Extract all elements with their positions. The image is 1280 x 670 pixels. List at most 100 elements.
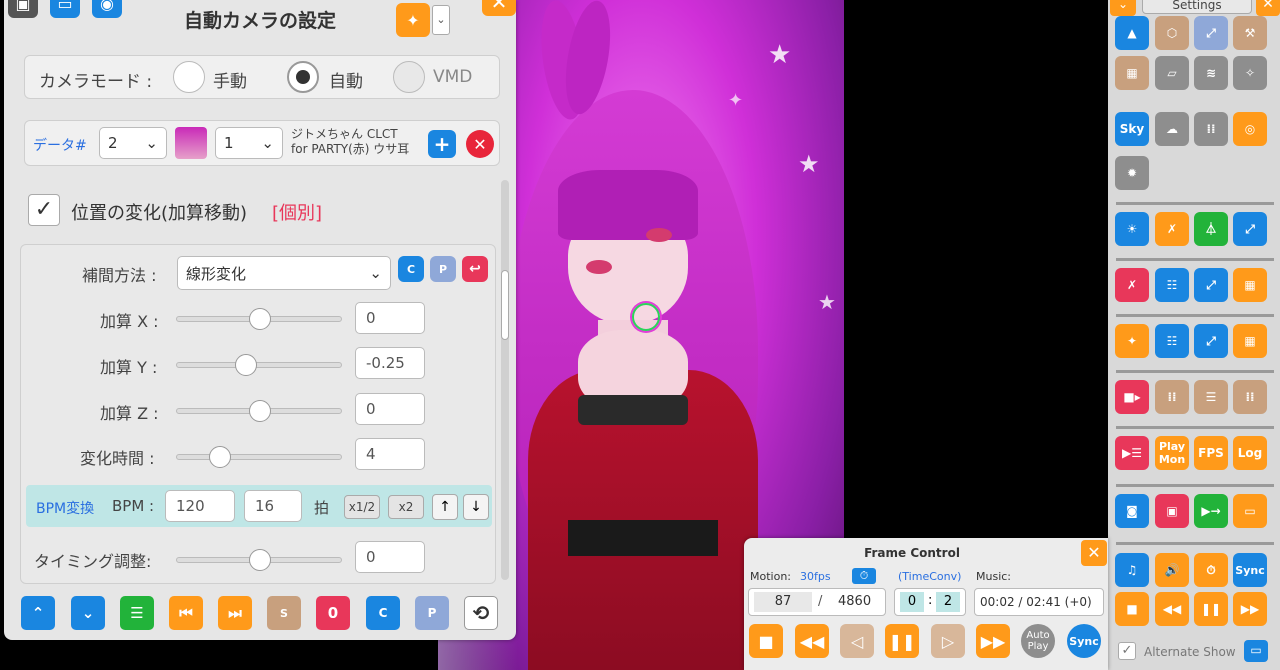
reset-zero-button[interactable]: 0 (316, 596, 350, 630)
light-off-icon[interactable]: ✗ (1155, 212, 1189, 246)
add-x-input[interactable]: 0 (355, 302, 425, 334)
radio-auto[interactable] (287, 61, 319, 93)
change-time-input[interactable]: 4 (355, 438, 425, 470)
step-back-icon[interactable]: ◁ (840, 624, 874, 658)
move-up-button[interactable]: ⌃ (21, 596, 55, 630)
slider-knob[interactable] (209, 446, 231, 468)
axis-icon[interactable]: ⤢ (1233, 212, 1267, 246)
sparkle-icon[interactable]: ✦ (1115, 324, 1149, 358)
grid-icon[interactable]: ▦ (1233, 324, 1267, 358)
dots-grid-icon[interactable]: ⁞⁞ (1233, 380, 1267, 414)
axis-icon[interactable]: ⤢ (1194, 268, 1228, 302)
sliders-icon[interactable]: ☷ (1155, 324, 1189, 358)
rewind-icon[interactable]: ◀◀ (795, 624, 829, 658)
timer-icon[interactable]: ⏱ (852, 568, 876, 584)
grid-icon[interactable]: ▦ (1115, 56, 1149, 90)
paste-button[interactable]: P (415, 596, 449, 630)
list-icon[interactable]: ☰ (120, 596, 154, 630)
change-time-slider[interactable] (176, 446, 342, 468)
log-button[interactable]: Log (1233, 436, 1267, 470)
stop-icon[interactable]: ■ (1115, 592, 1149, 626)
timing-slider[interactable] (176, 549, 342, 571)
add-z-input[interactable]: 0 (355, 393, 425, 425)
add-icon[interactable]: + (428, 130, 456, 158)
position-change-checkbox[interactable]: ✓ (28, 194, 60, 226)
paste-icon[interactable]: P (430, 256, 456, 282)
radio-manual[interactable] (173, 61, 205, 93)
sparkle-icon[interactable]: ✦ (396, 3, 430, 37)
slider-knob[interactable] (235, 354, 257, 376)
rewind-icon[interactable]: ◀◀ (1155, 592, 1189, 626)
delete-icon[interactable]: ✕ (466, 130, 494, 158)
pause-icon[interactable]: ❚❚ (1194, 592, 1228, 626)
radio-vmd[interactable] (393, 61, 425, 93)
fast-forward-icon[interactable]: ▶▶ (1233, 592, 1267, 626)
close-icon[interactable]: ✕ (1081, 540, 1107, 566)
copy-icon[interactable]: C (398, 256, 424, 282)
camera-target-gizmo[interactable] (632, 303, 660, 331)
axis-icon[interactable]: ⤢ (1194, 16, 1228, 50)
step-forward-icon[interactable]: ▷ (931, 624, 965, 658)
move-down-button[interactable]: ⌄ (71, 596, 105, 630)
reset-icon[interactable]: ↩ (462, 256, 488, 282)
interp-select[interactable]: 線形変化 ⌄ (177, 256, 391, 290)
volume-icon[interactable]: 🔊 (1155, 553, 1189, 587)
bpm-input[interactable]: 120 (165, 490, 235, 522)
grid-icon[interactable]: ▦ (1233, 268, 1267, 302)
last-icon[interactable]: ⏭ (218, 596, 252, 630)
arrow-up-icon[interactable]: ↑ (432, 494, 458, 520)
model-select[interactable]: 1 ⌄ (215, 127, 283, 159)
double-button[interactable]: x2 (388, 495, 424, 519)
monitor-icon[interactable]: ▭ (1233, 494, 1267, 528)
gallery-export-icon[interactable]: ▣ (1155, 494, 1189, 528)
pause-icon[interactable]: ❚❚ (885, 624, 919, 658)
fps-button[interactable]: FPS (1194, 436, 1228, 470)
sliders-icon[interactable]: ☷ (1155, 268, 1189, 302)
s-tool-button[interactable]: S (267, 596, 301, 630)
timer-icon[interactable]: ⏱ (1194, 553, 1228, 587)
timeconv-b[interactable]: 2 (936, 592, 960, 612)
light-off-icon[interactable]: ✗ (1115, 268, 1149, 302)
data-select[interactable]: 2 ⌄ (99, 127, 167, 159)
sync-button[interactable]: Sync (1233, 553, 1267, 587)
music-list-icon[interactable]: ♫ (1115, 553, 1149, 587)
fast-forward-icon[interactable]: ▶▶ (976, 624, 1010, 658)
window-icon[interactable]: ▭ (1244, 640, 1268, 662)
play-mon-button[interactable]: Play Mon (1155, 436, 1189, 470)
add-x-slider[interactable] (176, 308, 342, 330)
slider-knob[interactable] (249, 549, 271, 571)
auto-play-button[interactable]: Auto Play (1021, 624, 1055, 658)
close-icon[interactable]: ✕ (1256, 0, 1280, 16)
arrow-down-icon[interactable]: ↓ (463, 494, 489, 520)
sky-button[interactable]: Sky (1115, 112, 1149, 146)
half-button[interactable]: x1/2 (344, 495, 380, 519)
current-frame-input[interactable]: 87 (754, 592, 812, 612)
dots-grid-icon[interactable]: ⁞⁞ (1194, 112, 1228, 146)
aperture-icon[interactable]: ◎ (1233, 112, 1267, 146)
terrain-icon[interactable]: ▲ (1115, 16, 1149, 50)
timeline-icon[interactable]: ▶☰ (1115, 436, 1149, 470)
scrollbar-thumb[interactable] (501, 270, 509, 340)
close-icon[interactable]: ✕ (482, 0, 516, 16)
light-icon[interactable]: ✹ (1115, 156, 1149, 190)
history-icon[interactable]: ⟲ (464, 596, 498, 630)
sync-button[interactable]: Sync (1067, 624, 1101, 658)
plane-icon[interactable]: ▱ (1155, 56, 1189, 90)
add-z-slider[interactable] (176, 400, 342, 422)
video-camera-icon[interactable]: ■▸ (1115, 380, 1149, 414)
add-y-slider[interactable] (176, 354, 342, 376)
timeconv-a[interactable]: 0 (900, 592, 924, 612)
sparkles-icon[interactable]: ✧ (1233, 56, 1267, 90)
video-export-icon[interactable]: ▶→ (1194, 494, 1228, 528)
chevron-down-icon[interactable]: ⌄ (1110, 0, 1136, 16)
axis-icon[interactable]: ⤢ (1194, 324, 1228, 358)
stop-icon[interactable]: ■ (749, 624, 783, 658)
slider-knob[interactable] (249, 308, 271, 330)
beats-input[interactable]: 16 (244, 490, 302, 522)
dots-grid-icon[interactable]: ⁞⁞ (1155, 380, 1189, 414)
timing-input[interactable]: 0 (355, 541, 425, 573)
list-icon[interactable]: ☰ (1194, 380, 1228, 414)
first-icon[interactable]: ⏮ (169, 596, 203, 630)
alternate-show-checkbox[interactable]: ✓ (1118, 642, 1136, 660)
screenshot-settings-icon[interactable]: ◙ (1115, 494, 1149, 528)
